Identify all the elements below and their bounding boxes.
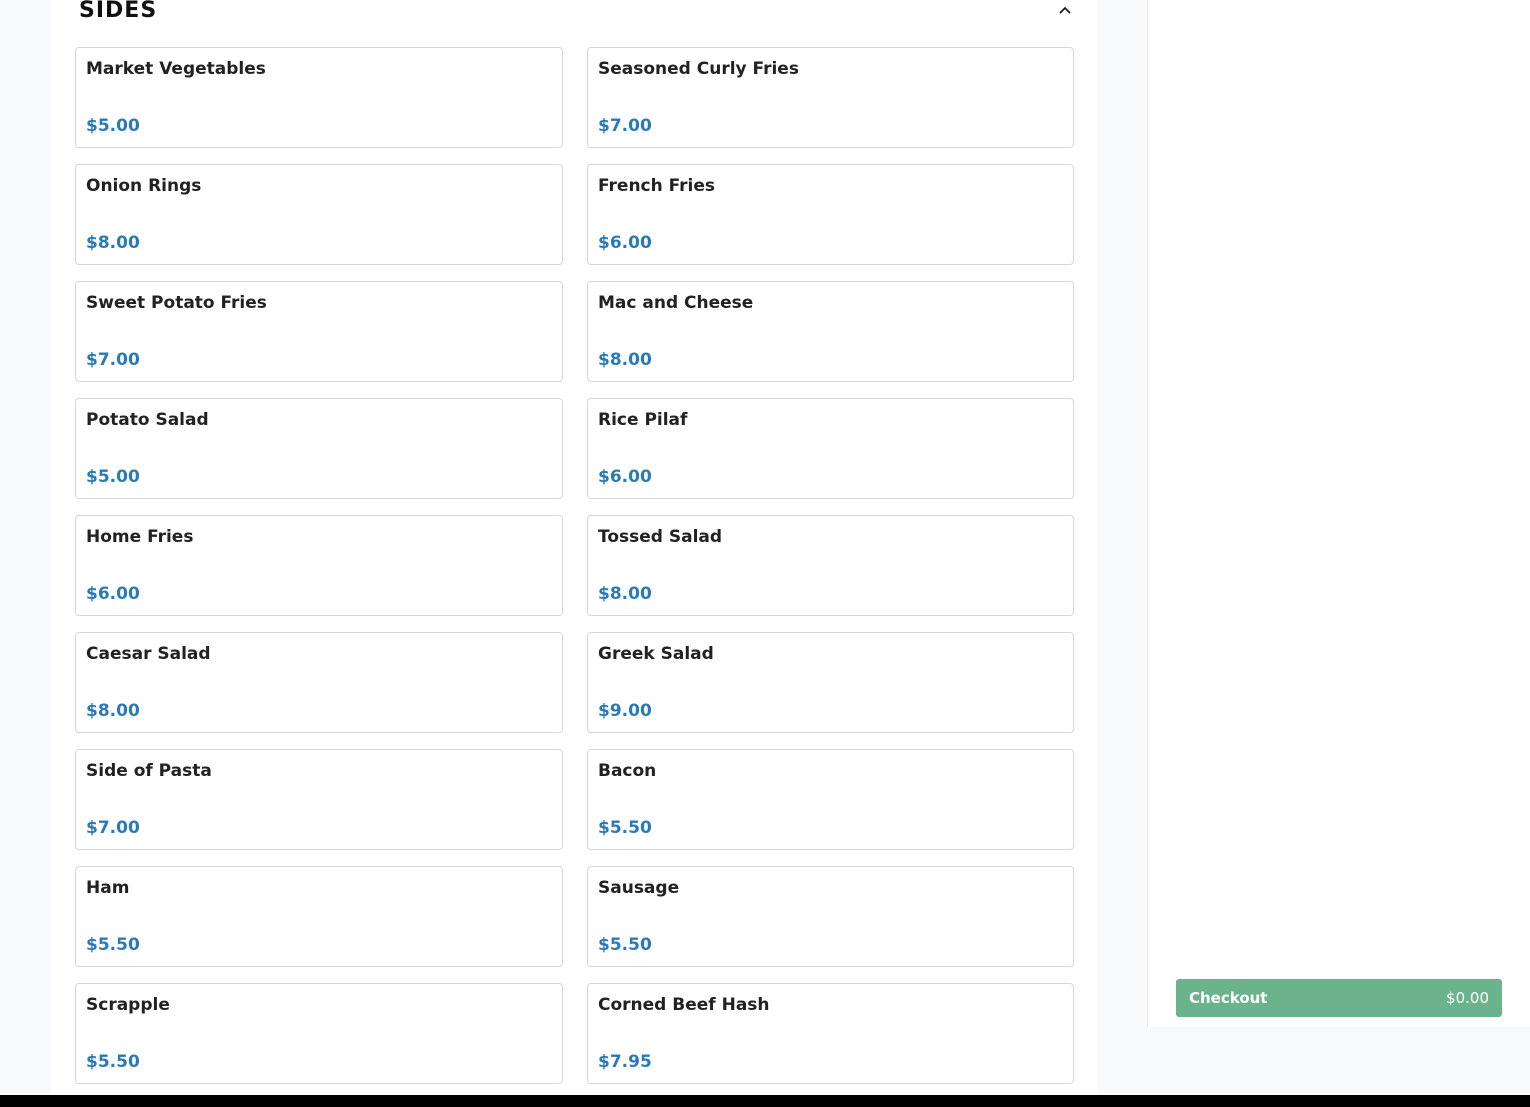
checkout-total: $0.00 — [1446, 989, 1489, 1007]
chevron-up-icon — [1059, 6, 1071, 14]
menu-item-card[interactable]: Sweet Potato Fries $7.00 — [75, 281, 563, 382]
item-name: Rice Pilaf — [598, 410, 688, 430]
item-name: Market Vegetables — [86, 59, 266, 79]
checkout-button[interactable]: Checkout $0.00 — [1176, 979, 1502, 1017]
menu-item-card[interactable]: Market Vegetables $5.00 — [75, 47, 563, 148]
menu-item-card[interactable]: Sausage $5.50 — [587, 866, 1074, 967]
menu-item-card[interactable]: Greek Salad $9.00 — [587, 632, 1074, 733]
item-name: Ham — [86, 878, 130, 898]
item-name: French Fries — [598, 176, 716, 196]
menu-item-card[interactable]: French Fries $6.00 — [587, 164, 1074, 265]
item-price: $5.50 — [86, 935, 140, 955]
item-name: Sweet Potato Fries — [86, 293, 267, 313]
item-price: $5.50 — [598, 818, 652, 838]
menu-item-card[interactable]: Side of Pasta $7.00 — [75, 749, 563, 850]
item-price: $8.00 — [86, 233, 140, 253]
menu-item-card[interactable]: Bacon $5.50 — [587, 749, 1074, 850]
item-price: $6.00 — [598, 233, 652, 253]
menu-item-card[interactable]: Tossed Salad $8.00 — [587, 515, 1074, 616]
item-name: Mac and Cheese — [598, 293, 754, 313]
section-title: SIDES — [79, 0, 158, 23]
item-price: $7.00 — [598, 116, 652, 136]
item-price: $7.00 — [86, 350, 140, 370]
menu-item-card[interactable]: Onion Rings $8.00 — [75, 164, 563, 265]
item-name: Home Fries — [86, 527, 194, 547]
item-price: $7.00 — [86, 818, 140, 838]
cart-panel — [1147, 0, 1530, 1027]
menu-item-card[interactable]: Rice Pilaf $6.00 — [587, 398, 1074, 499]
item-price: $5.00 — [86, 467, 140, 487]
bottom-bar — [0, 1095, 1530, 1107]
item-name: Seasoned Curly Fries — [598, 59, 799, 79]
item-price: $6.00 — [86, 584, 140, 604]
checkout-label: Checkout — [1189, 989, 1268, 1007]
item-name: Corned Beef Hash — [598, 995, 770, 1015]
items-grid: Market Vegetables $5.00 Seasoned Curly Fri… — [75, 47, 1074, 1084]
item-name: Side of Pasta — [86, 761, 212, 781]
item-name: Tossed Salad — [598, 527, 723, 547]
menu-item-card[interactable]: Seasoned Curly Fries $7.00 — [587, 47, 1074, 148]
menu-panel: SIDES Market Vegetables $5.00 Seasoned Cur… — [51, 0, 1098, 1095]
menu-item-card[interactable]: Corned Beef Hash $7.95 — [587, 983, 1074, 1084]
menu-item-card[interactable]: Mac and Cheese $8.00 — [587, 281, 1074, 382]
menu-item-card[interactable]: Potato Salad $5.00 — [75, 398, 563, 499]
item-name: Scrapple — [86, 995, 170, 1015]
item-name: Caesar Salad — [86, 644, 211, 664]
item-name: Bacon — [598, 761, 657, 781]
item-price: $8.00 — [86, 701, 140, 721]
item-price: $6.00 — [598, 467, 652, 487]
item-price: $5.00 — [86, 116, 140, 136]
menu-item-card[interactable]: Scrapple $5.50 — [75, 983, 563, 1084]
menu-item-card[interactable]: Caesar Salad $8.00 — [75, 632, 563, 733]
menu-item-card[interactable]: Home Fries $6.00 — [75, 515, 563, 616]
menu-item-card[interactable]: Ham $5.50 — [75, 866, 563, 967]
item-price: $8.00 — [598, 350, 652, 370]
item-price: $5.50 — [598, 935, 652, 955]
item-price: $9.00 — [598, 701, 652, 721]
item-price: $5.50 — [86, 1052, 140, 1072]
item-name: Potato Salad — [86, 410, 209, 430]
collapse-toggle-button[interactable] — [1051, 0, 1079, 22]
item-price: $8.00 — [598, 584, 652, 604]
item-name: Sausage — [598, 878, 680, 898]
section-header: SIDES — [79, 0, 1079, 30]
item-price: $7.95 — [598, 1052, 652, 1072]
item-name: Onion Rings — [86, 176, 202, 196]
item-name: Greek Salad — [598, 644, 714, 664]
